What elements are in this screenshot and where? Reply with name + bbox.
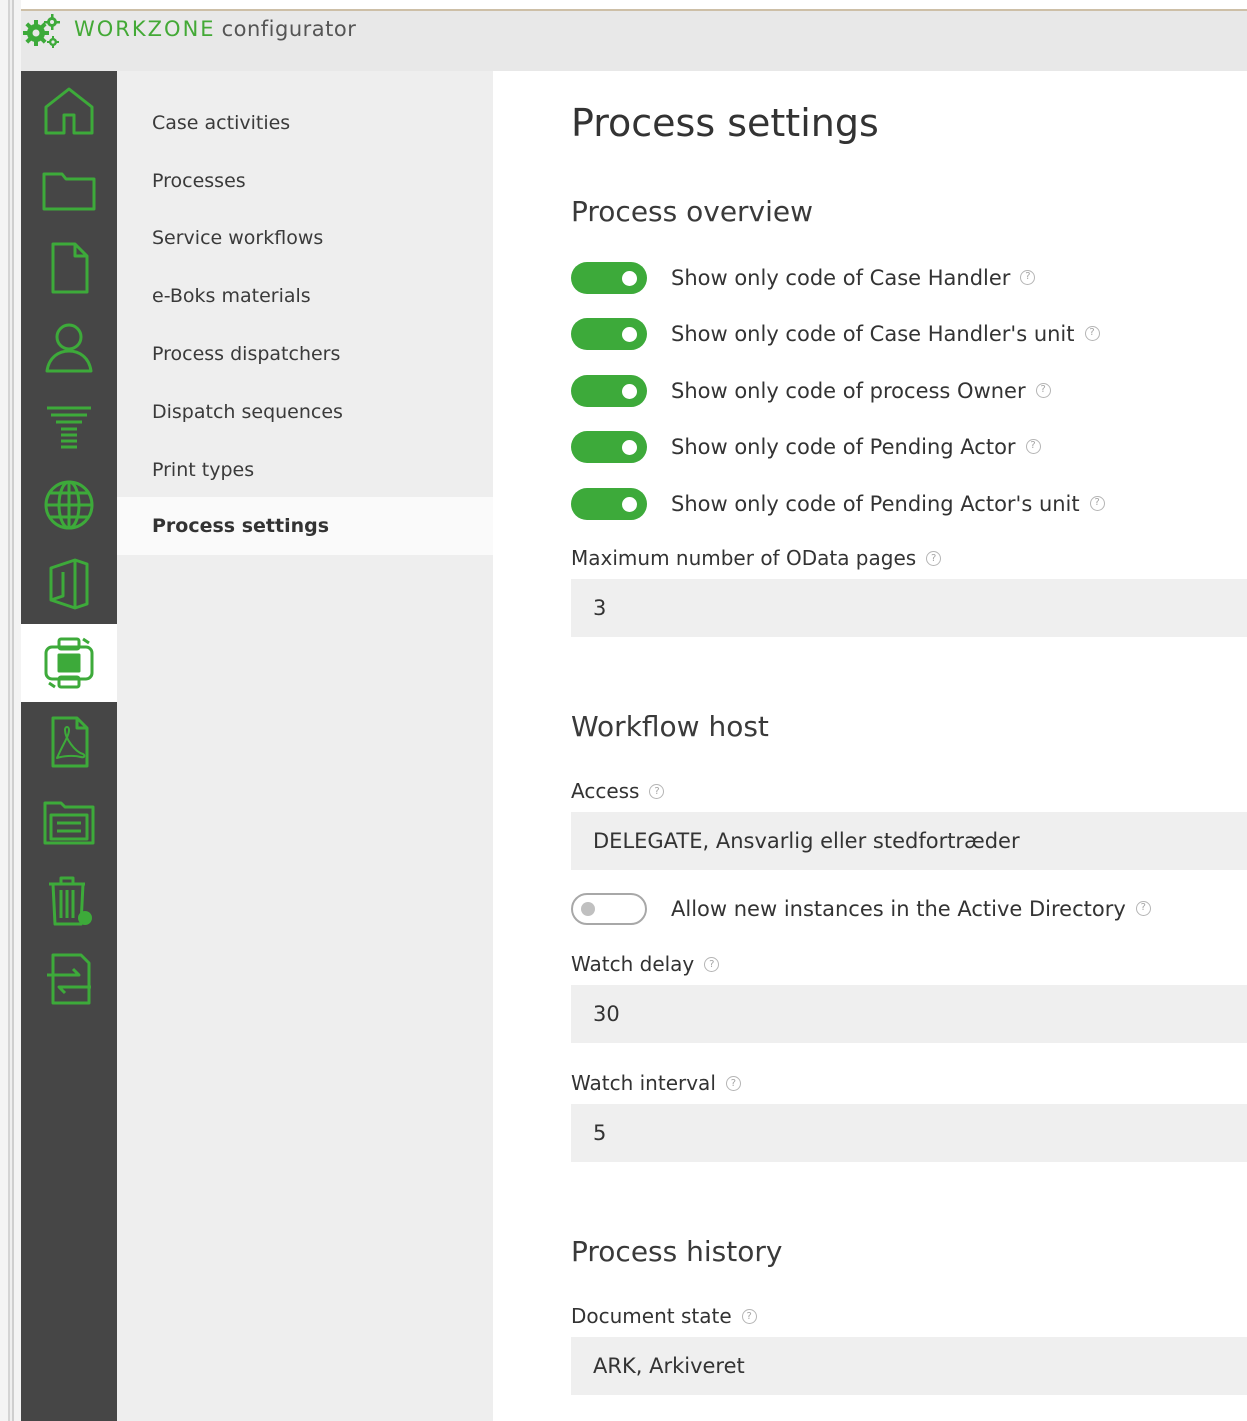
subnav-eboks-materials[interactable]: e-Boks materials <box>117 267 493 325</box>
document-state-label: Document state? <box>571 1304 757 1328</box>
toggle-row-pending-actor-unit: Show only code of Pending Actor's unit ? <box>571 484 1105 524</box>
access-label-text: Access <box>571 779 640 803</box>
toggle-row-case-handler: Show only code of Case Handler ? <box>571 258 1036 298</box>
rail-folder[interactable] <box>21 150 117 228</box>
section-heading-overview: Process overview <box>571 195 814 228</box>
toggle-pending-actor-unit[interactable] <box>571 488 647 520</box>
subnav-process-dispatchers[interactable]: Process dispatchers <box>117 325 493 383</box>
watch-delay-input[interactable]: 30 <box>571 985 1247 1043</box>
gears-logo-icon <box>23 14 60 48</box>
toggle-label: Show only code of process Owner <box>671 379 1026 403</box>
brand-secondary: configurator <box>221 17 357 41</box>
page-title: Process settings <box>571 101 879 145</box>
section-nav: Case activities Processes Service workfl… <box>117 71 493 1421</box>
office-icon <box>49 558 89 610</box>
rail-globe[interactable] <box>21 466 117 544</box>
access-label: Access? <box>571 779 665 803</box>
odata-pages-input[interactable]: 3 <box>571 579 1247 637</box>
rail-home[interactable] <box>21 72 117 150</box>
watch-interval-label-text: Watch interval <box>571 1071 716 1095</box>
rail-drawers[interactable] <box>21 782 117 860</box>
help-icon[interactable]: ? <box>926 551 942 566</box>
help-icon[interactable]: ? <box>1089 495 1105 511</box>
transfer-icon <box>47 953 91 1005</box>
rail-transfer[interactable] <box>21 940 117 1018</box>
document-state-select[interactable]: ARK, Arkiveret <box>571 1337 1247 1395</box>
watch-interval-label: Watch interval? <box>571 1071 741 1095</box>
folder-icon <box>42 172 96 211</box>
subnav-process-settings[interactable]: Process settings <box>117 497 493 555</box>
help-icon[interactable]: ? <box>649 784 665 799</box>
rail-process[interactable] <box>21 624 117 702</box>
user-icon <box>45 323 93 373</box>
rail-trash[interactable] <box>21 861 117 939</box>
window-frame <box>0 0 21 1421</box>
toggle-case-handler-unit[interactable] <box>571 318 647 350</box>
help-icon[interactable]: ? <box>725 1076 741 1091</box>
odata-pages-label-text: Maximum number of OData pages <box>571 546 917 570</box>
help-icon[interactable]: ? <box>1025 438 1041 454</box>
home-icon <box>44 87 94 135</box>
rail-stack[interactable] <box>21 387 117 465</box>
stack-filter-icon <box>47 406 91 449</box>
subnav-dispatch-sequences[interactable]: Dispatch sequences <box>117 383 493 441</box>
help-icon[interactable]: ? <box>1135 900 1151 916</box>
help-icon[interactable]: ? <box>1035 382 1051 398</box>
toggle-row-pending-actor: Show only code of Pending Actor ? <box>571 427 1041 467</box>
watch-delay-label-text: Watch delay <box>571 952 695 976</box>
globe-icon <box>44 480 94 530</box>
toggle-label: Allow new instances in the Active Direct… <box>671 897 1126 921</box>
access-select[interactable]: DELEGATE, Ansvarlig eller stedfortræder <box>571 812 1247 870</box>
rail-document[interactable] <box>21 229 117 307</box>
rail-office[interactable] <box>21 545 117 623</box>
watch-interval-input[interactable]: 5 <box>571 1104 1247 1162</box>
help-icon[interactable]: ? <box>1020 269 1036 285</box>
document-icon <box>51 242 89 294</box>
odata-pages-label: Maximum number of OData pages? <box>571 546 942 570</box>
toggle-label: Show only code of Pending Actor's unit <box>671 492 1080 516</box>
toggle-row-allow-instances: Allow new instances in the Active Direct… <box>571 889 1151 929</box>
app-brand: WORKZONE configurator <box>74 17 356 41</box>
toggle-allow-new-instances[interactable] <box>571 893 647 925</box>
help-icon[interactable]: ? <box>704 957 720 972</box>
icon-rail <box>21 71 117 1421</box>
pdf-icon <box>51 716 89 768</box>
section-heading-process-history: Process history <box>571 1235 783 1268</box>
document-state-label-text: Document state <box>571 1304 732 1328</box>
toggle-label: Show only code of Case Handler <box>671 266 1011 290</box>
rail-user[interactable] <box>21 308 117 386</box>
trash-icon <box>49 876 92 926</box>
subnav-case-activities[interactable]: Case activities <box>117 94 493 152</box>
help-icon[interactable]: ? <box>1084 325 1100 341</box>
toggle-case-handler[interactable] <box>571 262 647 294</box>
subnav-service-workflows[interactable]: Service workflows <box>117 209 493 267</box>
toggle-process-owner[interactable] <box>571 375 647 407</box>
brand-primary: WORKZONE <box>74 17 216 41</box>
drawers-icon <box>43 801 95 845</box>
rail-pdf[interactable] <box>21 703 117 781</box>
watch-delay-label: Watch delay? <box>571 952 720 976</box>
toggle-pending-actor[interactable] <box>571 431 647 463</box>
toggle-row-case-handler-unit: Show only code of Case Handler's unit ? <box>571 314 1100 354</box>
process-icon <box>44 637 94 689</box>
subnav-print-types[interactable]: Print types <box>117 441 493 499</box>
toggle-label: Show only code of Pending Actor <box>671 435 1016 459</box>
section-heading-workflow-host: Workflow host <box>571 710 769 743</box>
main-content: Process settings Process overview Show o… <box>493 71 1247 1421</box>
toggle-row-process-owner: Show only code of process Owner ? <box>571 371 1051 411</box>
subnav-processes[interactable]: Processes <box>117 152 493 210</box>
toggle-label: Show only code of Case Handler's unit <box>671 322 1075 346</box>
help-icon[interactable]: ? <box>741 1309 757 1324</box>
